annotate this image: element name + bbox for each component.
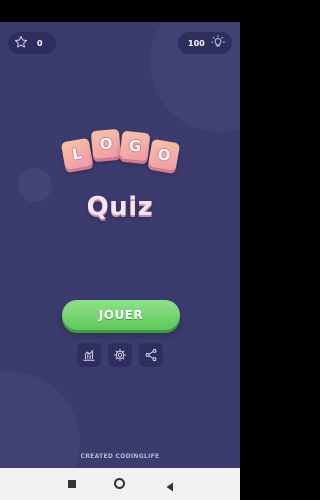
gear-icon <box>113 348 127 362</box>
status-bar <box>0 0 240 22</box>
settings-button[interactable] <box>108 343 132 367</box>
logo-tile: O <box>90 128 122 160</box>
logo-tiles: L O G O <box>0 128 240 180</box>
star-icon <box>14 35 28 51</box>
recents-button[interactable] <box>66 478 78 490</box>
app-screen: 0 100 L O G O Quiz JOUER CREATED CODINGL… <box>0 22 240 468</box>
icon-row <box>0 343 240 367</box>
stars-value: 0 <box>37 38 43 48</box>
square-icon <box>68 480 76 488</box>
home-button[interactable] <box>114 478 126 490</box>
play-button[interactable]: JOUER <box>62 300 180 330</box>
share-button[interactable] <box>139 343 163 367</box>
android-nav-bar <box>0 468 240 500</box>
lightbulb-icon <box>210 35 225 51</box>
triangle-back-icon <box>166 482 173 492</box>
share-icon <box>144 348 158 362</box>
logo-tile: G <box>119 130 151 162</box>
hints-value: 100 <box>188 38 205 48</box>
back-button[interactable] <box>164 478 176 492</box>
stats-button[interactable] <box>77 343 101 367</box>
hints-counter: 100 <box>178 32 232 54</box>
credit-text: CREATED CODINGLIFE <box>80 453 160 460</box>
circle-icon <box>114 478 125 489</box>
logo-tile: O <box>147 138 181 172</box>
app-title: Quiz <box>86 192 154 222</box>
logo-tile: L <box>60 137 94 171</box>
stats-icon <box>82 348 96 362</box>
stars-counter: 0 <box>8 32 56 54</box>
